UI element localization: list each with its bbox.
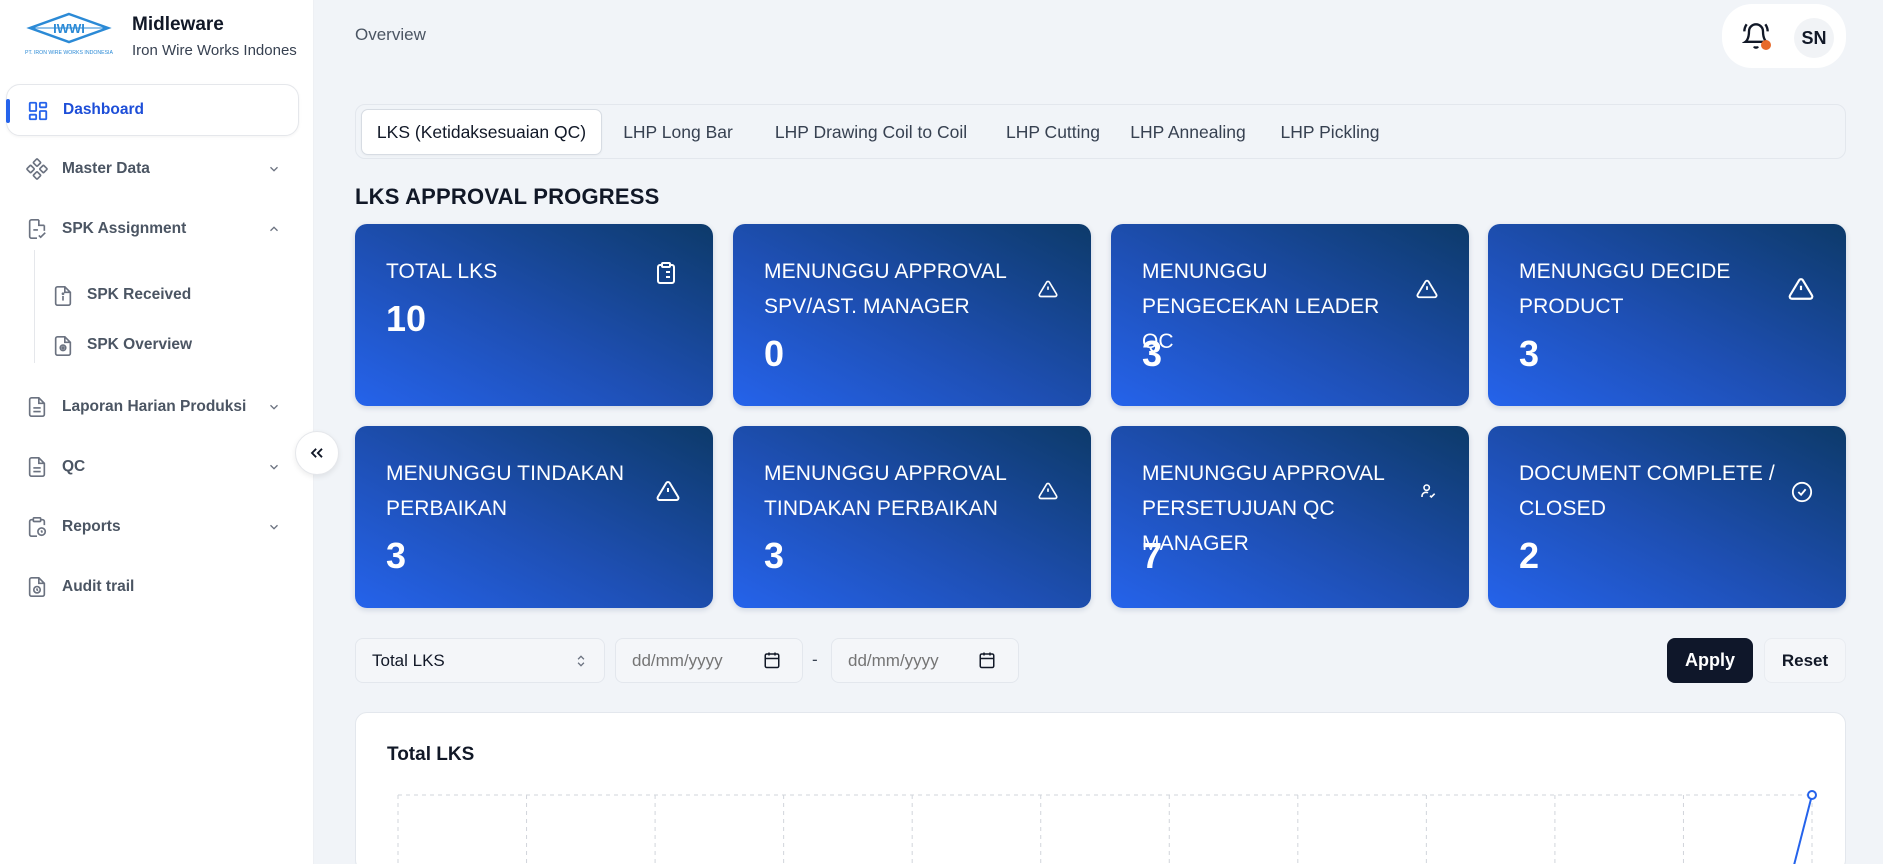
tab-lhp-annealing[interactable]: LHP Annealing — [1124, 109, 1252, 155]
metric-select[interactable]: Total LKS — [355, 638, 605, 683]
chevrons-up-down-icon — [577, 655, 585, 667]
avatar[interactable]: SN — [1794, 18, 1834, 58]
logo-subtext: PT. IRON WIRE WORKS INDONESIA — [25, 50, 113, 56]
brand[interactable]: IWWI PT. IRON WIRE WORKS INDONESIA Midle… — [22, 12, 302, 64]
spk-assignment-icon — [28, 219, 46, 239]
card-value: 3 — [1142, 333, 1163, 374]
sidebar-item-label: Dashboard — [63, 101, 144, 118]
line-chart — [397, 790, 1817, 864]
user-check-icon — [1421, 484, 1436, 499]
sidebar-item-label: SPK Assignment — [62, 220, 187, 237]
chart-series-line — [1793, 794, 1813, 864]
company-name: Iron Wire Works Indones — [132, 42, 297, 59]
card-label: TOTAL LKS — [386, 260, 498, 283]
sidebar-item-label: Reports — [62, 518, 121, 535]
chart-data-point[interactable] — [1807, 790, 1817, 800]
chart-panel: Total LKS — [355, 712, 1846, 864]
sidebar-item-label: Audit trail — [62, 578, 135, 595]
company-logo: IWWI PT. IRON WIRE WORKS INDONESIA — [22, 12, 116, 58]
card-value: 10 — [386, 298, 427, 339]
sidebar-item-dashboard[interactable]: Dashboard — [6, 84, 299, 136]
chevron-down-icon — [270, 404, 278, 410]
sidebar-collapse-button[interactable] — [295, 431, 339, 475]
card-value: 2 — [1519, 535, 1540, 576]
sidebar-item-label: Laporan Harian Produksi — [62, 398, 247, 415]
card-label: MENUNGGU DECIDE PRODUCT — [1519, 260, 1731, 318]
sidebar-subitem-spk-received[interactable]: SPK Received — [50, 275, 300, 315]
tab-lhp-long-bar[interactable]: LHP Long Bar — [614, 109, 742, 155]
card-total-lks[interactable]: TOTAL LKS 10 — [355, 224, 713, 406]
card-menunggu-approval-qc-manager[interactable]: MENUNGGU APPROVAL PERSETUJUAN QC MANAGER… — [1111, 426, 1469, 608]
sidebar: IWWI PT. IRON WIRE WORKS INDONESIA Midle… — [0, 0, 314, 864]
sidebar-item-qc[interactable]: QC — [6, 441, 299, 493]
dashboard-icon — [28, 101, 48, 121]
apply-button[interactable]: Apply — [1667, 638, 1753, 683]
document-icon — [28, 457, 46, 477]
chevron-up-icon — [270, 226, 278, 232]
header-actions: SN — [1722, 4, 1846, 68]
card-document-complete-closed[interactable]: DOCUMENT COMPLETE / CLOSED 2 — [1488, 426, 1846, 608]
check-circle-icon — [1791, 481, 1813, 503]
warning-icon — [1416, 279, 1438, 299]
master-data-icon — [26, 158, 48, 180]
sidebar-subitem-label: SPK Overview — [87, 336, 193, 353]
document-icon — [28, 397, 46, 417]
warning-icon — [656, 480, 680, 501]
date-range-separator: - — [812, 650, 818, 669]
reset-button[interactable]: Reset — [1764, 638, 1846, 683]
card-label: MENUNGGU APPROVAL SPV/AST. MANAGER — [764, 260, 1007, 318]
tab-bar: LKS (Ketidaksesuaian QC) LHP Long Bar LH… — [355, 104, 1846, 159]
card-menunggu-approval-spv[interactable]: MENUNGGU APPROVAL SPV/AST. MANAGER 0 — [733, 224, 1091, 406]
metric-select-value: Total LKS — [372, 650, 445, 670]
page-title: Overview — [355, 25, 426, 44]
clipboard-list-icon — [657, 262, 675, 284]
card-label: MENUNGGU TINDAKAN PERBAIKAN — [386, 462, 625, 520]
card-menunggu-approval-tindakan-perbaikan[interactable]: MENUNGGU APPROVAL TINDAKAN PERBAIKAN 3 — [733, 426, 1091, 608]
card-value: 3 — [1519, 333, 1540, 374]
section-title: LKS APPROVAL PROGRESS — [355, 184, 660, 209]
card-menunggu-pengecekan-leader-qc[interactable]: MENUNGGU PENGECEKAN LEADER QC 3 — [1111, 224, 1469, 406]
card-label: MENUNGGU PENGECEKAN LEADER QC — [1142, 260, 1380, 353]
submenu-tree-line — [34, 250, 35, 363]
tab-lks[interactable]: LKS (Ketidaksesuaian QC) — [361, 109, 602, 155]
chart-grid — [397, 794, 1813, 864]
card-menunggu-tindakan-perbaikan[interactable]: MENUNGGU TINDAKAN PERBAIKAN 3 — [355, 426, 713, 608]
tab-lhp-cutting[interactable]: LHP Cutting — [1001, 109, 1105, 155]
card-menunggu-decide-product[interactable]: MENUNGGU DECIDE PRODUCT 3 — [1488, 224, 1846, 406]
tab-lhp-drawing-coil-to-coil[interactable]: LHP Drawing Coil to Coil — [761, 109, 981, 155]
card-label: MENUNGGU APPROVAL PERSETUJUAN QC MANAGER — [1142, 462, 1385, 555]
sidebar-item-reports[interactable]: Reports — [6, 501, 299, 553]
card-value: 0 — [764, 333, 785, 374]
warning-icon — [1038, 482, 1058, 500]
sidebar-item-audit-trail[interactable]: Audit trail — [6, 561, 299, 613]
sidebar-item-label: Master Data — [62, 160, 150, 177]
tab-lhp-pickling[interactable]: LHP Pickling — [1271, 109, 1389, 155]
notification-dot — [1761, 40, 1771, 50]
card-label: DOCUMENT COMPLETE / CLOSED — [1519, 462, 1775, 520]
sidebar-subitem-label: SPK Received — [87, 286, 192, 303]
date-to-input[interactable] — [831, 638, 1019, 683]
clipboard-clock-icon — [28, 517, 47, 537]
warning-icon — [1788, 278, 1814, 300]
sidebar-item-master-data[interactable]: Master Data — [6, 143, 299, 195]
file-info-icon — [54, 286, 72, 306]
logo-text: IWWI — [53, 21, 85, 36]
file-search-icon — [54, 336, 72, 356]
app-name: Midleware — [132, 14, 224, 35]
sidebar-subitem-spk-overview[interactable]: SPK Overview — [50, 325, 300, 365]
sidebar-item-spk-assignment[interactable]: SPK Assignment — [6, 203, 299, 255]
file-clock-icon — [28, 577, 46, 597]
card-label: MENUNGGU APPROVAL TINDAKAN PERBAIKAN — [764, 462, 1007, 520]
sidebar-item-label: QC — [62, 458, 86, 475]
sidebar-item-laporan-harian-produksi[interactable]: Laporan Harian Produksi — [6, 381, 299, 433]
card-value: 3 — [764, 535, 785, 576]
chevron-down-icon — [270, 524, 278, 530]
chevron-down-icon — [270, 464, 278, 470]
chevron-down-icon — [270, 166, 278, 172]
card-value: 3 — [386, 535, 407, 576]
warning-icon — [1038, 280, 1058, 298]
chevrons-left-icon — [310, 448, 323, 458]
card-value: 7 — [1142, 535, 1163, 576]
date-from-input[interactable] — [615, 638, 803, 683]
